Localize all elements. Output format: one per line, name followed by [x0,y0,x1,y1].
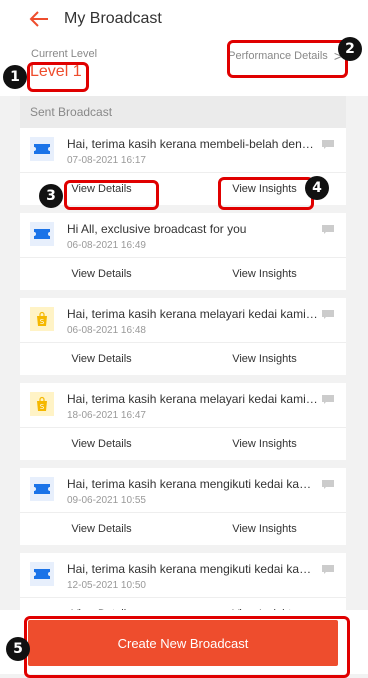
annotation-badge-5: 5 [6,637,30,661]
broadcast-list: Hai, terima kasih kerana membeli-belah d… [20,128,346,638]
broadcast-card: Hai, terima kasih kerana mengikuti kedai… [20,468,346,545]
broadcast-actions: View DetailsView Insights [20,172,346,205]
broadcast-summary[interactable]: Hai, terima kasih kerana membeli-belah d… [20,128,346,172]
broadcast-summary[interactable]: Hi All, exclusive broadcast for you 06-08… [20,213,346,257]
broadcast-date: 07-08-2021 16:17 [67,155,146,166]
broadcast-summary[interactable]: S Hai, terima kasih kerana melayari kedai… [20,383,346,427]
broadcast-summary[interactable]: S Hai, terima kasih kerana melayari kedai… [20,298,346,342]
annotation-badge-2: 2 [338,37,362,61]
level-section: Current Level Level 1 Performance Detail… [0,38,368,96]
view-insights-button[interactable]: View Insights [183,343,346,375]
broadcast-message: Hai, terima kasih kerana melayari kedai … [67,392,319,406]
annotation-badge-4: 4 [305,176,329,200]
broadcast-date: 06-08-2021 16:48 [67,325,146,336]
broadcast-message: Hi All, exclusive broadcast for you [67,222,247,236]
broadcast-card: S Hai, terima kasih kerana melayari kedai… [20,298,346,375]
broadcast-actions: View DetailsView Insights [20,512,346,545]
ticket-icon [30,477,54,501]
performance-details-link[interactable]: Performance Details > [224,46,346,66]
ticket-icon [30,137,54,161]
broadcast-date: 06-08-2021 16:49 [67,240,146,251]
app-header: My Broadcast [0,0,368,38]
broadcast-message: Hai, terima kasih kerana membeli-belah d… [67,137,319,151]
annotation-badge-3: 3 [39,184,63,208]
broadcast-message: Hai, terima kasih kerana melayari kedai … [67,307,319,321]
create-new-broadcast-button[interactable]: Create New Broadcast [28,620,338,666]
broadcast-card: Hai, terima kasih kerana membeli-belah d… [20,128,346,205]
svg-text:S: S [40,403,45,411]
ticket-icon [30,562,54,586]
current-level-value: Level 1 [30,63,82,80]
page-title: My Broadcast [64,10,162,27]
view-details-button[interactable]: View Details [20,513,183,545]
broadcast-actions: View DetailsView Insights [20,342,346,375]
broadcast-summary[interactable]: Hai, terima kasih kerana mengikuti kedai… [20,468,346,512]
broadcast-date: 12-05-2021 10:50 [67,580,146,591]
performance-details-label: Performance Details [228,50,328,62]
view-details-button[interactable]: View Details [20,258,183,290]
broadcast-date: 18-06-2021 16:47 [67,410,146,421]
broadcast-card: Hi All, exclusive broadcast for you 06-08… [20,213,346,290]
view-insights-button[interactable]: View Insights [183,428,346,460]
svg-text:S: S [40,318,45,326]
sent-broadcast-header: Sent Broadcast [20,96,346,128]
current-level-label: Current Level [31,48,98,60]
view-details-button[interactable]: View Details [20,343,183,375]
section-title: Sent Broadcast [30,105,113,119]
create-bar: Create New Broadcast [0,610,368,674]
broadcast-actions: View DetailsView Insights [20,427,346,460]
broadcast-actions: View DetailsView Insights [20,257,346,290]
ticket-icon [30,222,54,246]
view-details-button[interactable]: View Details [20,428,183,460]
view-insights-button[interactable]: View Insights [183,258,346,290]
broadcast-card: S Hai, terima kasih kerana melayari kedai… [20,383,346,460]
broadcast-message: Hai, terima kasih kerana mengikuti kedai… [67,477,319,491]
back-arrow-icon[interactable] [28,8,50,30]
shop-icon: S [30,307,54,331]
broadcast-message: Hai, terima kasih kerana mengikuti kedai… [67,562,319,576]
broadcast-summary[interactable]: Hai, terima kasih kerana mengikuti kedai… [20,553,346,597]
broadcast-date: 09-06-2021 10:55 [67,495,146,506]
shop-icon: S [30,392,54,416]
view-insights-button[interactable]: View Insights [183,513,346,545]
annotation-badge-1: 1 [3,65,27,89]
